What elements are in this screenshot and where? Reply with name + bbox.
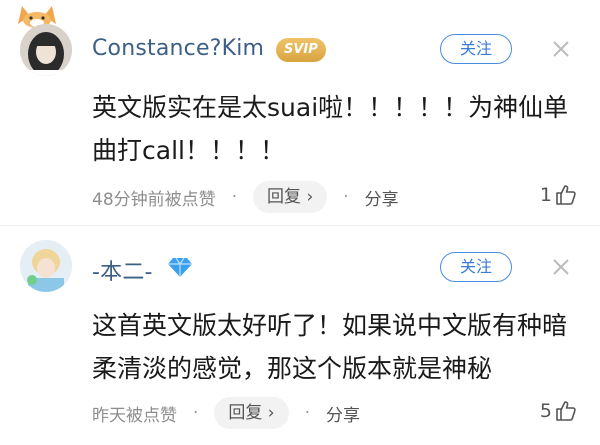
comment-item: -本二- 关注 这首英文版太好听了！如果说中文版有种暗柔清淡的感觉，那这个版本就… — [0, 225, 600, 445]
vip-diamond-icon — [168, 257, 192, 277]
avatar[interactable] — [20, 24, 72, 76]
comment-meta: 昨天被点赞 · 回复 › · 分享 — [92, 396, 360, 430]
svip-badge: SVIP — [276, 38, 326, 62]
comment-text: 这首英文版太好听了！如果说中文版有种暗柔清淡的感觉，那这个版本就是神秘 — [92, 311, 568, 383]
reply-button[interactable]: 回复 › — [253, 181, 328, 213]
username[interactable]: -本二- — [92, 254, 153, 286]
reply-button[interactable]: 回复 › — [214, 397, 289, 429]
follow-button[interactable]: 关注 — [440, 34, 512, 64]
like-count: 1 — [539, 184, 552, 206]
share-button[interactable]: 分享 — [365, 185, 399, 210]
like-count: 5 — [539, 400, 552, 422]
comment-time: 昨天被点赞 — [92, 405, 177, 426]
separator-dot: · — [343, 187, 349, 207]
comment-time: 48分钟前被点赞 — [92, 189, 216, 210]
thumbs-up-icon — [556, 185, 576, 205]
separator-dot: · — [304, 403, 311, 423]
more-options-icon[interactable] — [546, 252, 576, 282]
username[interactable]: Constance?Kim — [92, 36, 264, 61]
comment-text: 英文版实在是太suai啦！！！！！为神仙单曲打call！！！！ — [92, 93, 569, 165]
comment-meta: 48分钟前被点赞 · 回复 › · 分享 — [92, 180, 399, 214]
share-button[interactable]: 分享 — [326, 401, 360, 426]
avatar[interactable] — [20, 240, 72, 292]
separator-dot: · — [193, 403, 199, 423]
more-options-icon[interactable] — [546, 34, 576, 64]
like-button[interactable]: 5 — [540, 394, 578, 428]
follow-button[interactable]: 关注 — [440, 252, 512, 282]
separator-dot: · — [231, 187, 238, 207]
thumbs-up-icon — [556, 401, 576, 421]
like-button[interactable]: 1 — [540, 178, 578, 212]
comment-item: Constance?Kim SVIP 关注 英文版实在是太suai啦！！！！！为… — [0, 0, 600, 225]
